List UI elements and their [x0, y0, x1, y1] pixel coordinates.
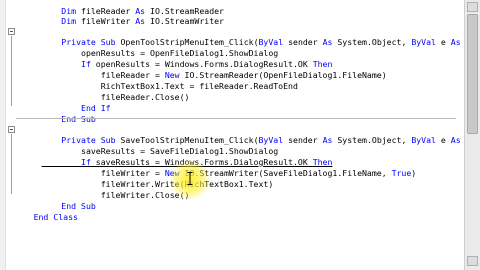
code-line: openResults = OpenFileDialog1.ShowDialog [12, 37, 278, 58]
code-line: fileReader = New IO.StreamReader(OpenFil… [12, 59, 387, 80]
code-line: Private Sub OpenToolStripMenuItem_Click(… [12, 26, 464, 47]
code-line: End Sub [12, 190, 96, 211]
collapse-minus-icon[interactable] [8, 126, 15, 133]
outline-line [11, 134, 12, 194]
code-editor[interactable]: Dim fileReader As IO.StreamReader Dim fi… [0, 0, 480, 270]
code-line: End Sub [12, 103, 96, 124]
code-line: End Class [6, 201, 78, 222]
code-line: End If [12, 92, 111, 113]
code-line: Dim fileWriter As IO.StreamWriter [12, 5, 224, 26]
code-line-text: End Sub [61, 114, 96, 124]
code-line: Private Sub SaveToolStripMenuItem_Click(… [12, 124, 464, 145]
code-line-text: End Class [33, 212, 78, 222]
scrollbar-thumb[interactable] [467, 14, 478, 134]
scroll-up-icon[interactable] [467, 2, 478, 12]
code-line: fileReader.Close() [12, 81, 190, 102]
code-line: fileWriter = New IO.StreamWriter(SaveFil… [12, 157, 417, 178]
outline-line [11, 36, 12, 106]
scroll-down-icon[interactable] [467, 256, 478, 266]
code-line-text: Dim fileWriter As IO.StreamWriter [61, 16, 224, 26]
collapse-minus-icon[interactable] [8, 28, 15, 35]
code-line: If saveResults = Windows.Forms.DialogRes… [12, 146, 332, 167]
method-separator [16, 118, 456, 119]
code-line: fileWriter.Close() [12, 179, 190, 200]
vertical-scrollbar[interactable] [464, 0, 480, 270]
code-area[interactable]: Dim fileReader As IO.StreamReader Dim fi… [6, 0, 464, 270]
ibeam-cursor-icon [187, 172, 193, 185]
code-line: If openResults = Windows.Forms.DialogRes… [12, 48, 332, 69]
code-line: fileWriter.Write(RichTextBox1.Text) [12, 168, 274, 189]
code-line: RichTextBox1.Text = fileReader.ReadToEnd [12, 70, 298, 91]
code-line: saveResults = SaveFileDialog1.ShowDialog [12, 135, 278, 156]
